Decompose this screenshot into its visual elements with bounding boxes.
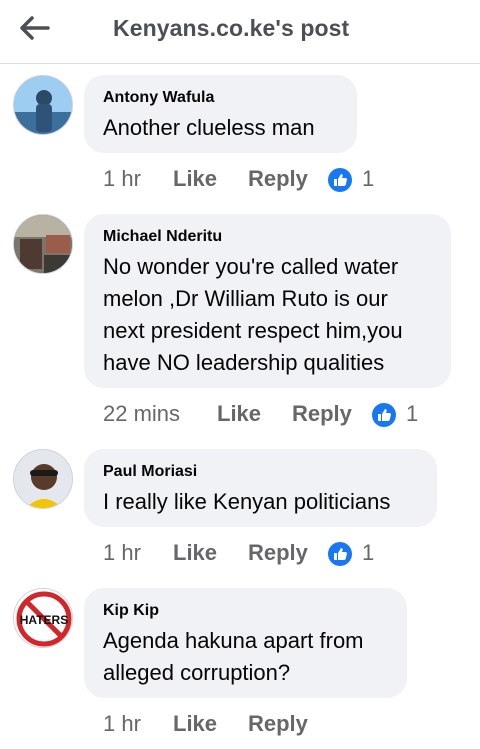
comment-time[interactable]: 1 hr	[103, 711, 141, 737]
page-title: Kenyans.co.ke's post	[113, 15, 350, 41]
comment-bubble: Michael Nderitu No wonder you're called …	[84, 214, 451, 388]
comment-actions: 1 hr Like Reply	[103, 711, 473, 741]
comment-time[interactable]: 1 hr	[103, 166, 141, 192]
avatar[interactable]: HATERS	[13, 588, 73, 648]
reaction-count: 1	[406, 401, 419, 426]
thumbs-up-icon[interactable]	[328, 542, 352, 566]
comment-author[interactable]: Kip Kip	[103, 601, 387, 621]
comment-bubble: Paul Moriasi I really like Kenyan politi…	[84, 449, 437, 527]
like-button[interactable]: Like	[173, 540, 217, 566]
thumbs-up-icon[interactable]	[372, 403, 396, 427]
comment-time[interactable]: 22 mins	[103, 401, 180, 427]
reply-button[interactable]: Reply	[248, 711, 308, 737]
arrow-left-icon[interactable]	[18, 14, 54, 42]
comment-text: No wonder you're called water melon ,Dr …	[103, 254, 403, 375]
reaction-count: 1	[362, 540, 375, 565]
reaction-count: 1	[362, 166, 375, 191]
comment-actions: 1 hr Like Reply 1	[103, 166, 473, 196]
like-button[interactable]: Like	[173, 166, 217, 192]
comment-author[interactable]: Paul Moriasi	[103, 462, 417, 482]
reply-button[interactable]: Reply	[292, 401, 352, 427]
comment-text: Another clueless man	[103, 115, 315, 140]
reply-button[interactable]: Reply	[248, 540, 308, 566]
avatar[interactable]	[13, 449, 73, 509]
comment-author[interactable]: Michael Nderitu	[103, 227, 431, 247]
comment-text: I really like Kenyan politicians	[103, 489, 391, 514]
thumbs-up-icon[interactable]	[328, 168, 352, 192]
comment-bubble: Antony Wafula Another clueless man	[84, 75, 357, 153]
reply-button[interactable]: Reply	[248, 166, 308, 192]
comment-time[interactable]: 1 hr	[103, 540, 141, 566]
haters-badge-text: HATERS	[20, 613, 68, 627]
avatar[interactable]	[13, 75, 73, 135]
avatar[interactable]	[13, 214, 73, 274]
comment-actions: 22 mins Like Reply 1	[103, 401, 473, 431]
comment-bubble: Kip Kip Agenda hakuna apart from alleged…	[84, 588, 407, 698]
comment-author[interactable]: Antony Wafula	[103, 88, 337, 108]
like-button[interactable]: Like	[217, 401, 261, 427]
post-header: Kenyans.co.ke's post	[0, 0, 480, 64]
comment-actions: 1 hr Like Reply 1	[103, 540, 473, 570]
comment-text: Agenda hakuna apart from alleged corrupt…	[103, 628, 364, 685]
like-button[interactable]: Like	[173, 711, 217, 737]
